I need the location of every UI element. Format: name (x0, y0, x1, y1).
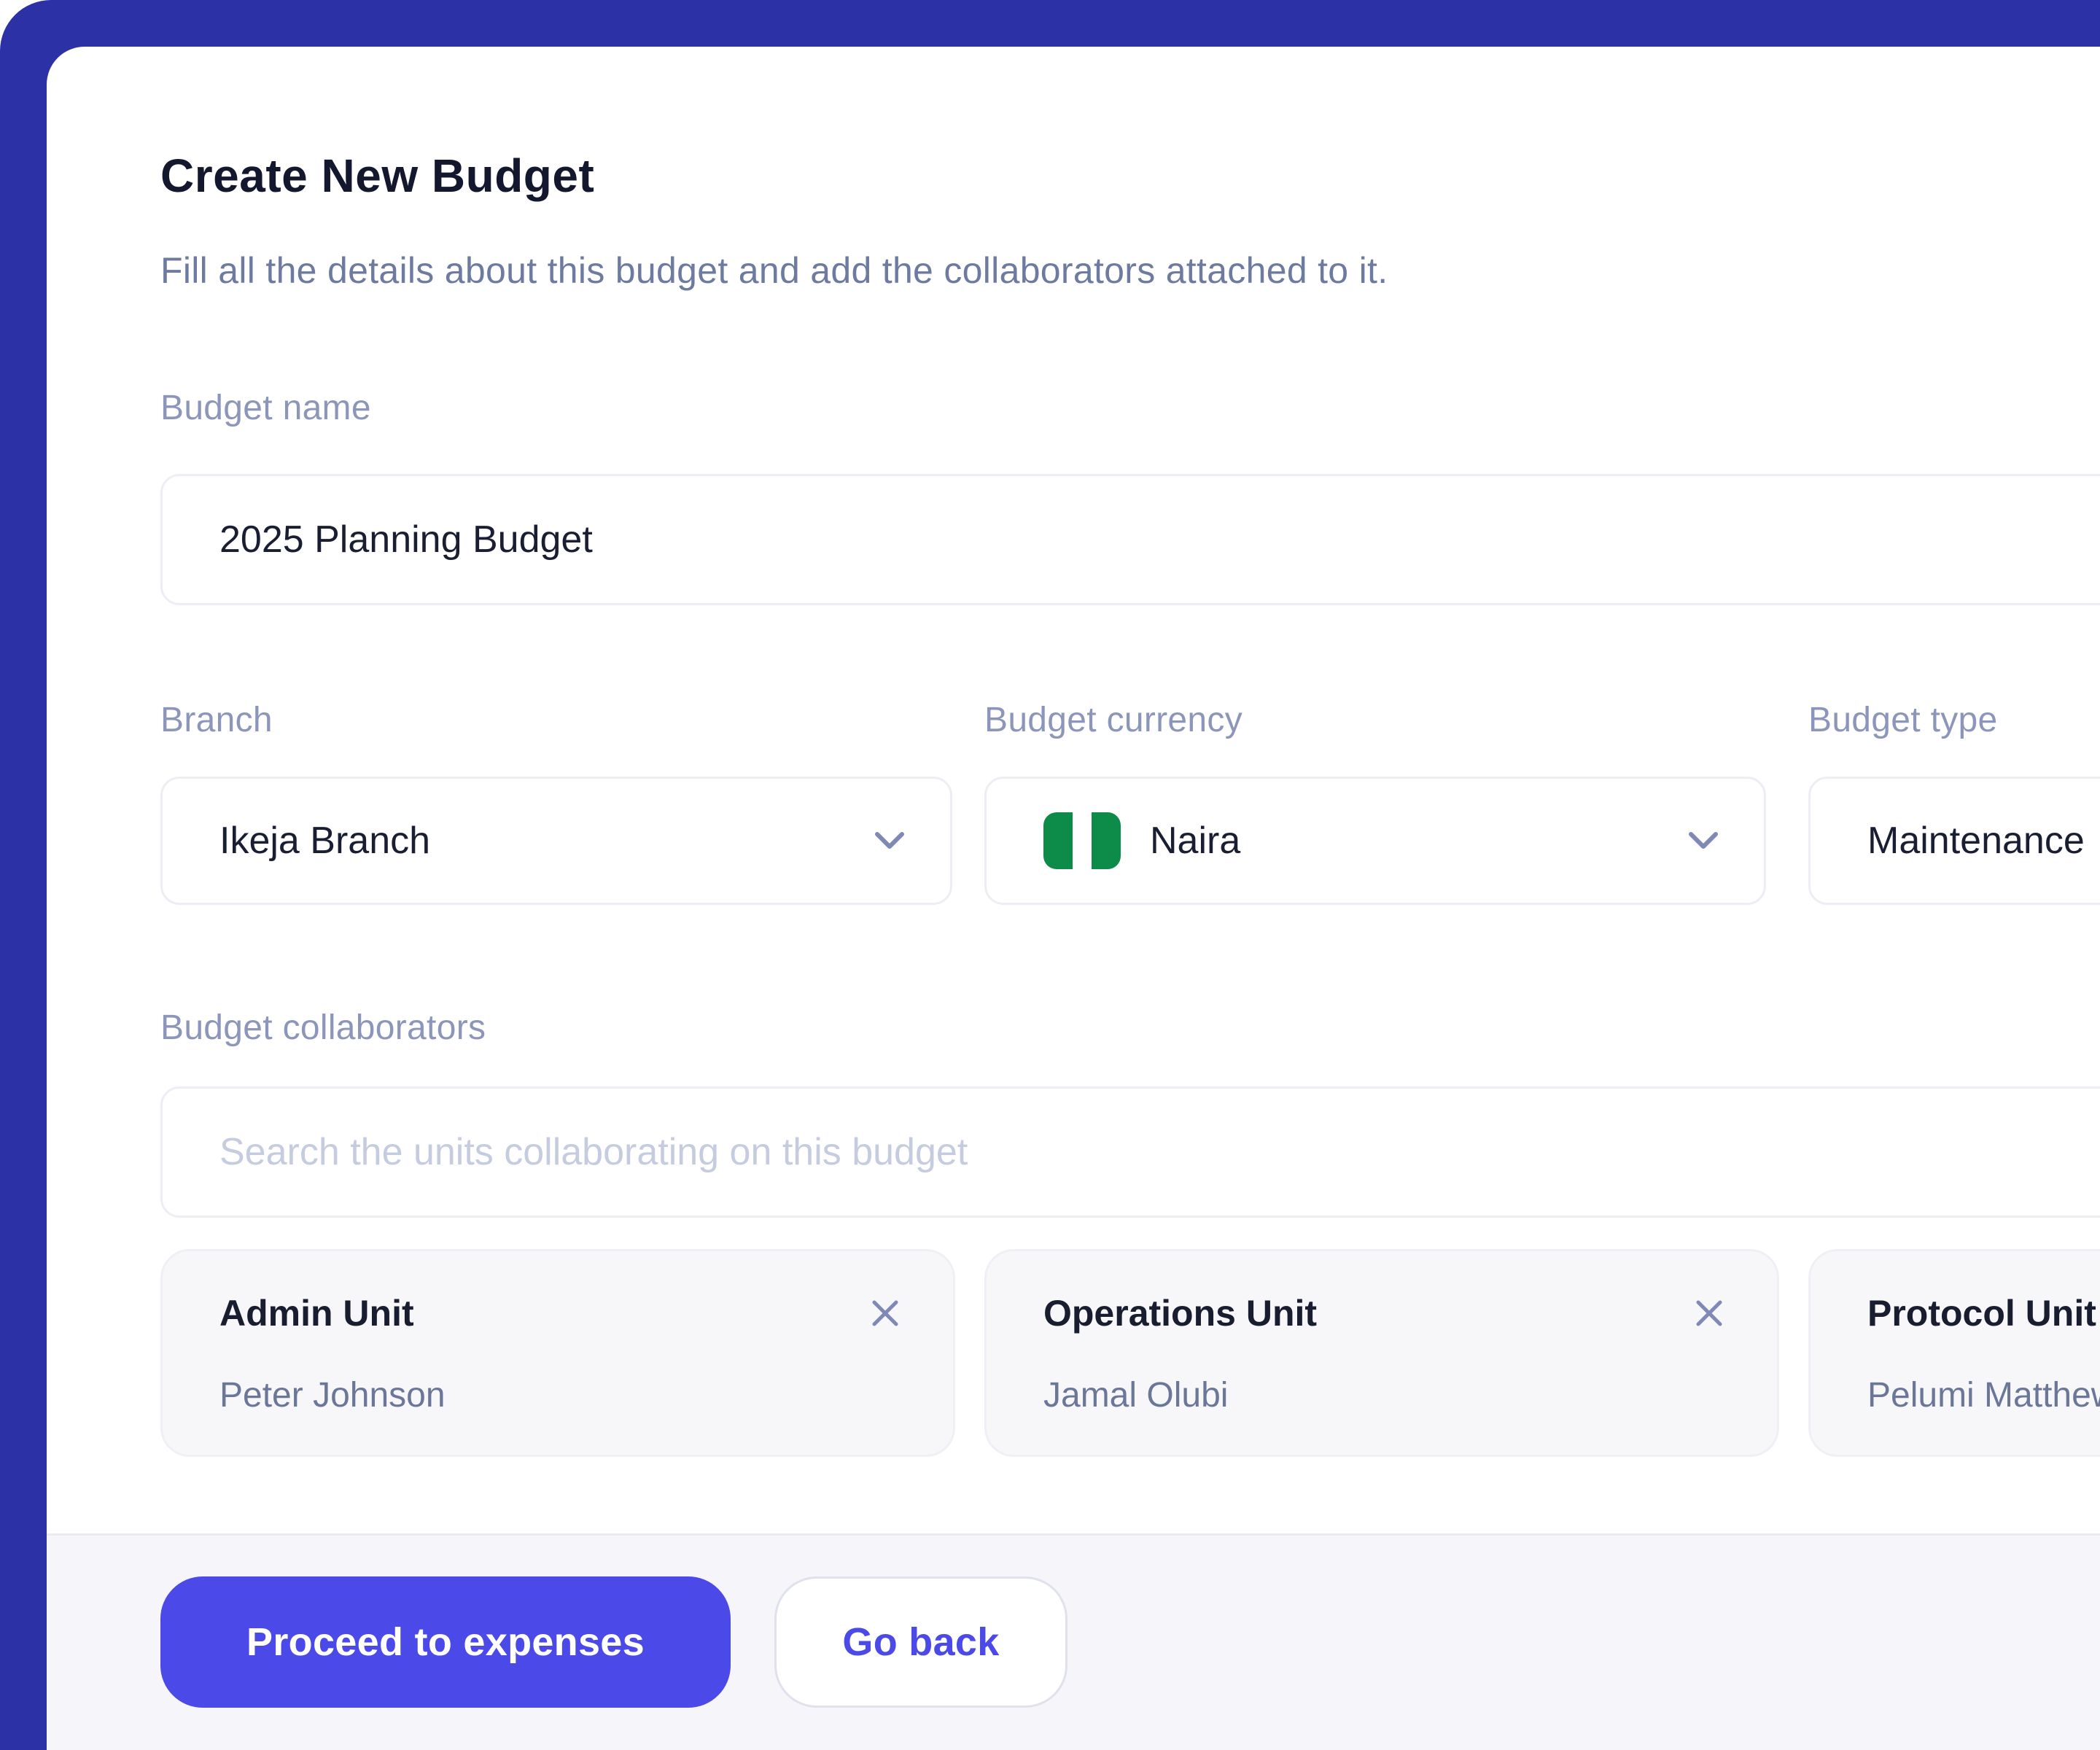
budget-type-select-value: Maintenance (1867, 819, 2085, 863)
collaborator-unit: Admin Unit (219, 1292, 414, 1334)
budget-name-label: Budget name (160, 388, 371, 428)
nigeria-flag-icon (1043, 812, 1121, 869)
collaborator-unit: Operations Unit (1043, 1292, 1317, 1334)
budget-name-input[interactable] (160, 474, 2100, 605)
budget-type-label: Budget type (1808, 700, 1998, 740)
go-back-button[interactable]: Go back (774, 1576, 1068, 1708)
page-subtitle: Fill all the details about this budget a… (160, 249, 1388, 292)
branch-label: Branch (160, 700, 273, 740)
collaborators-label: Budget collaborators (160, 1008, 486, 1048)
collaborator-chip: Operations Unit Jamal Olubi (984, 1249, 1779, 1457)
branch-select[interactable]: Ikeja Branch (160, 777, 952, 905)
footer-bar: Proceed to expenses Go back (47, 1533, 2100, 1750)
remove-collaborator-icon[interactable] (1692, 1296, 1726, 1330)
collaborator-person: Pelumi Matthew (1867, 1375, 2100, 1415)
chevron-down-icon (1688, 831, 1719, 850)
collaborator-unit: Protocol Unit (1867, 1292, 2096, 1334)
create-budget-panel: Create New Budget Fill all the details a… (47, 47, 2100, 1750)
currency-select[interactable]: Naira (984, 777, 1766, 905)
collaborators-search-input[interactable] (160, 1086, 2100, 1218)
currency-label: Budget currency (984, 700, 1242, 740)
branch-select-value: Ikeja Branch (219, 819, 430, 863)
page-title: Create New Budget (160, 149, 594, 203)
currency-select-value: Naira (1150, 819, 1240, 863)
proceed-to-expenses-button[interactable]: Proceed to expenses (160, 1576, 731, 1708)
collaborator-person: Peter Johnson (219, 1375, 902, 1415)
collaborator-chip: Protocol Unit Pelumi Matthew (1808, 1249, 2100, 1457)
collaborator-person: Jamal Olubi (1043, 1375, 1726, 1415)
chevron-down-icon (874, 831, 905, 850)
budget-type-select[interactable]: Maintenance (1808, 777, 2100, 905)
remove-collaborator-icon[interactable] (868, 1296, 902, 1330)
collaborator-chip: Admin Unit Peter Johnson (160, 1249, 955, 1457)
